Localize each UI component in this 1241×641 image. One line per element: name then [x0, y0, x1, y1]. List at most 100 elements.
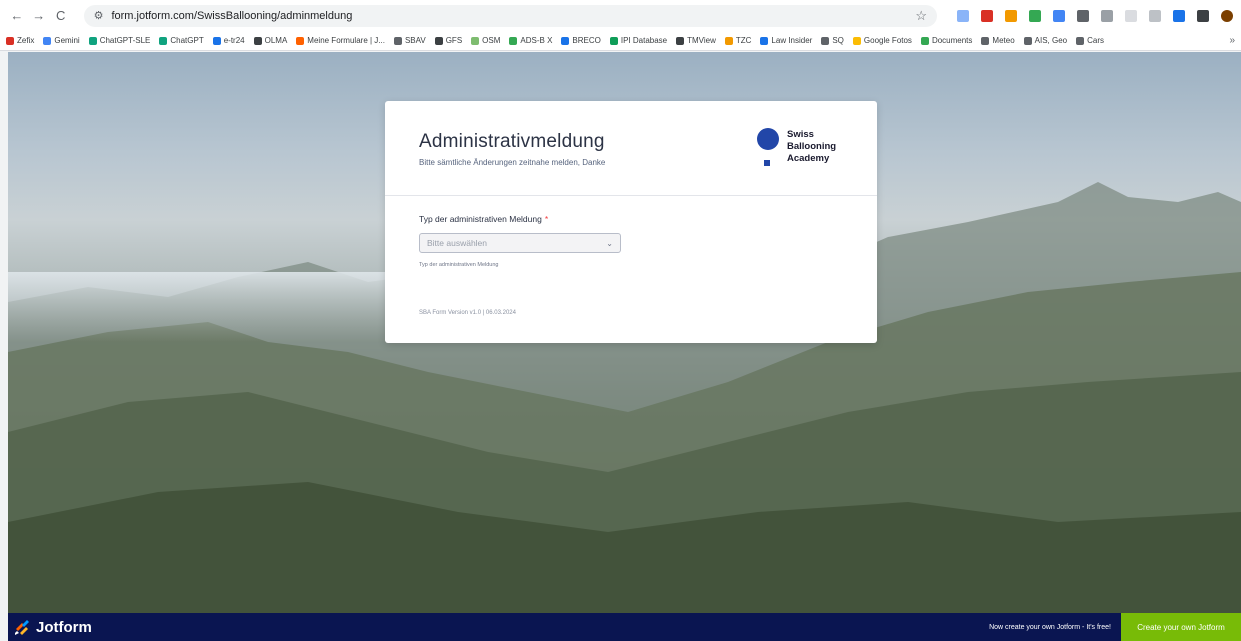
- logo-line-1: Swiss: [787, 129, 814, 140]
- browser-toolbar: ← → C ⚙ form.jotform.com/SwissBallooning…: [0, 0, 1241, 31]
- bookmark-label: BRECO: [572, 36, 601, 45]
- extensions-area: [957, 9, 1233, 22]
- bookmark-item[interactable]: ChatGPT: [159, 36, 204, 45]
- swiss-ballooning-academy-logo: Swiss Ballooning Academy: [755, 128, 865, 172]
- bookmark-item[interactable]: TMView: [676, 36, 716, 45]
- bookmark-item[interactable]: Meteo: [981, 36, 1015, 45]
- bookmark-item[interactable]: GFS: [434, 36, 463, 45]
- bookmark-item[interactable]: OSM: [471, 36, 500, 45]
- profile-avatar[interactable]: [1221, 9, 1233, 22]
- bookmark-item[interactable]: AIS, Geo: [1023, 36, 1068, 45]
- bookmark-item[interactable]: Law Insider: [760, 36, 812, 45]
- logo-line-2: Ballooning: [787, 141, 837, 152]
- bookmark-item[interactable]: Cars: [1076, 36, 1104, 45]
- url-text[interactable]: form.jotform.com/SwissBallooning/adminme…: [111, 10, 352, 22]
- address-bar[interactable]: ⚙ form.jotform.com/SwissBallooning/admin…: [83, 4, 937, 27]
- field-label-text: Typ der administrativen Meldung: [419, 214, 542, 224]
- bookmark-label: OLMA: [264, 36, 288, 45]
- bookmark-item[interactable]: ChatGPT-SLE: [88, 36, 151, 45]
- bookmark-icon: [724, 36, 733, 45]
- bookmark-item[interactable]: e-tr24: [212, 36, 245, 45]
- extension-icon[interactable]: [957, 9, 969, 22]
- bookmark-label: Zefix: [17, 36, 35, 45]
- bookmark-item[interactable]: ADS-B X: [509, 36, 552, 45]
- bookmark-item[interactable]: TZC: [724, 36, 752, 45]
- bookmark-item[interactable]: SQ: [821, 36, 844, 45]
- bookmarks-bar: Zefix Gemini ChatGPT-SLE ChatGPT e-tr24 OLMA M…: [0, 31, 1241, 51]
- forward-button[interactable]: →: [30, 7, 48, 25]
- create-jotform-button[interactable]: Create your own Jotform: [1121, 613, 1241, 641]
- back-button[interactable]: ←: [8, 7, 26, 25]
- bookmark-label: GFS: [445, 36, 463, 45]
- bookmark-icon: [212, 36, 221, 45]
- bookmark-label: ADS-B X: [520, 36, 553, 45]
- bookmark-item[interactable]: IPI Database: [609, 36, 667, 45]
- extension-icon[interactable]: [981, 9, 993, 22]
- bookmark-item[interactable]: SBAV: [393, 36, 426, 45]
- form-version-text: SBA Form Version v1.0 | 06.03.2024: [419, 310, 516, 316]
- bookmark-label: Meine Formulare | J...: [307, 36, 385, 45]
- bookmark-label: Google Fotos: [863, 36, 912, 45]
- reload-button[interactable]: C: [52, 7, 70, 25]
- bookmark-icon: [760, 36, 769, 45]
- bookmark-label: SBAV: [404, 36, 426, 45]
- bookmark-icon: [159, 36, 168, 45]
- extension-icon[interactable]: [1029, 9, 1041, 22]
- bookmark-icon: [471, 36, 480, 45]
- jotform-logo[interactable]: Jotform: [14, 619, 92, 636]
- bookmark-icon: [43, 36, 52, 45]
- bookmark-item[interactable]: OLMA: [253, 36, 288, 45]
- site-settings-icon[interactable]: ⚙: [94, 9, 104, 22]
- extension-icon[interactable]: [1101, 9, 1113, 22]
- bookmark-label: ChatGPT: [170, 36, 204, 45]
- bookmark-icon: [981, 36, 990, 45]
- logo-square-icon: [764, 160, 770, 166]
- jotform-footer-bar: Jotform Now create your own Jotform - It…: [8, 613, 1241, 641]
- puzzle-icon[interactable]: [1149, 9, 1161, 22]
- bookmark-label: OSM: [482, 36, 501, 45]
- bookmark-icon: [920, 36, 929, 45]
- bookmark-label: Cars: [1087, 36, 1104, 45]
- bookmark-item[interactable]: Gemini: [43, 36, 80, 45]
- bookmark-label: Law Insider: [771, 36, 813, 45]
- form-card: Administrativmeldung Bitte sämtliche Änd…: [385, 101, 877, 343]
- more-bookmarks-button[interactable]: »: [1229, 35, 1235, 46]
- field-sublabel: Typ der administrativen Meldung: [419, 262, 499, 268]
- extension-icon[interactable]: [1005, 9, 1017, 22]
- bookmark-item[interactable]: Zefix: [6, 36, 34, 45]
- chevron-down-icon: ⌄: [606, 238, 613, 248]
- bookmark-item[interactable]: Documents: [920, 36, 972, 45]
- footer-promo-text: Now create your own Jotform - It's free!: [989, 623, 1111, 631]
- bookmark-icon: [1023, 36, 1032, 45]
- extension-icon[interactable]: [1053, 9, 1065, 22]
- jotform-brand-text: Jotform: [36, 618, 92, 636]
- bookmark-icon: [88, 36, 97, 45]
- bookmark-icon: [561, 36, 570, 45]
- bookmark-icon: [253, 36, 262, 45]
- bookmark-icon: [676, 36, 685, 45]
- extension-icon[interactable]: [1125, 9, 1137, 22]
- logo-line-3: Academy: [787, 153, 830, 164]
- bookmark-label: Meteo: [992, 36, 1015, 45]
- bookmark-icon: [434, 36, 443, 45]
- bookmark-label: ChatGPT-SLE: [99, 36, 151, 45]
- side-panel-icon[interactable]: [1197, 9, 1209, 22]
- bookmark-star-icon[interactable]: ☆: [915, 8, 927, 24]
- required-marker: *: [544, 214, 549, 224]
- bookmark-label: TZC: [735, 36, 752, 45]
- jotform-logo-icon: [15, 620, 29, 635]
- meldung-type-select[interactable]: Bitte auswählen ⌄: [419, 233, 621, 253]
- bookmark-item[interactable]: Google Fotos: [852, 36, 912, 45]
- bookmark-icon: [6, 36, 14, 45]
- download-icon[interactable]: [1173, 9, 1185, 22]
- bookmark-icon: [296, 36, 305, 45]
- bookmark-label: TMView: [687, 36, 716, 45]
- bookmark-item[interactable]: Meine Formulare | J...: [296, 36, 385, 45]
- bookmark-label: e-tr24: [223, 36, 245, 45]
- bookmark-icon: [852, 36, 861, 45]
- field-label: Typ der administrativen Meldung *: [419, 214, 548, 224]
- bookmark-label: AIS, Geo: [1034, 36, 1068, 45]
- bookmark-item[interactable]: BRECO: [561, 36, 601, 45]
- bookmark-label: Gemini: [54, 36, 80, 45]
- extension-icon[interactable]: [1077, 9, 1089, 22]
